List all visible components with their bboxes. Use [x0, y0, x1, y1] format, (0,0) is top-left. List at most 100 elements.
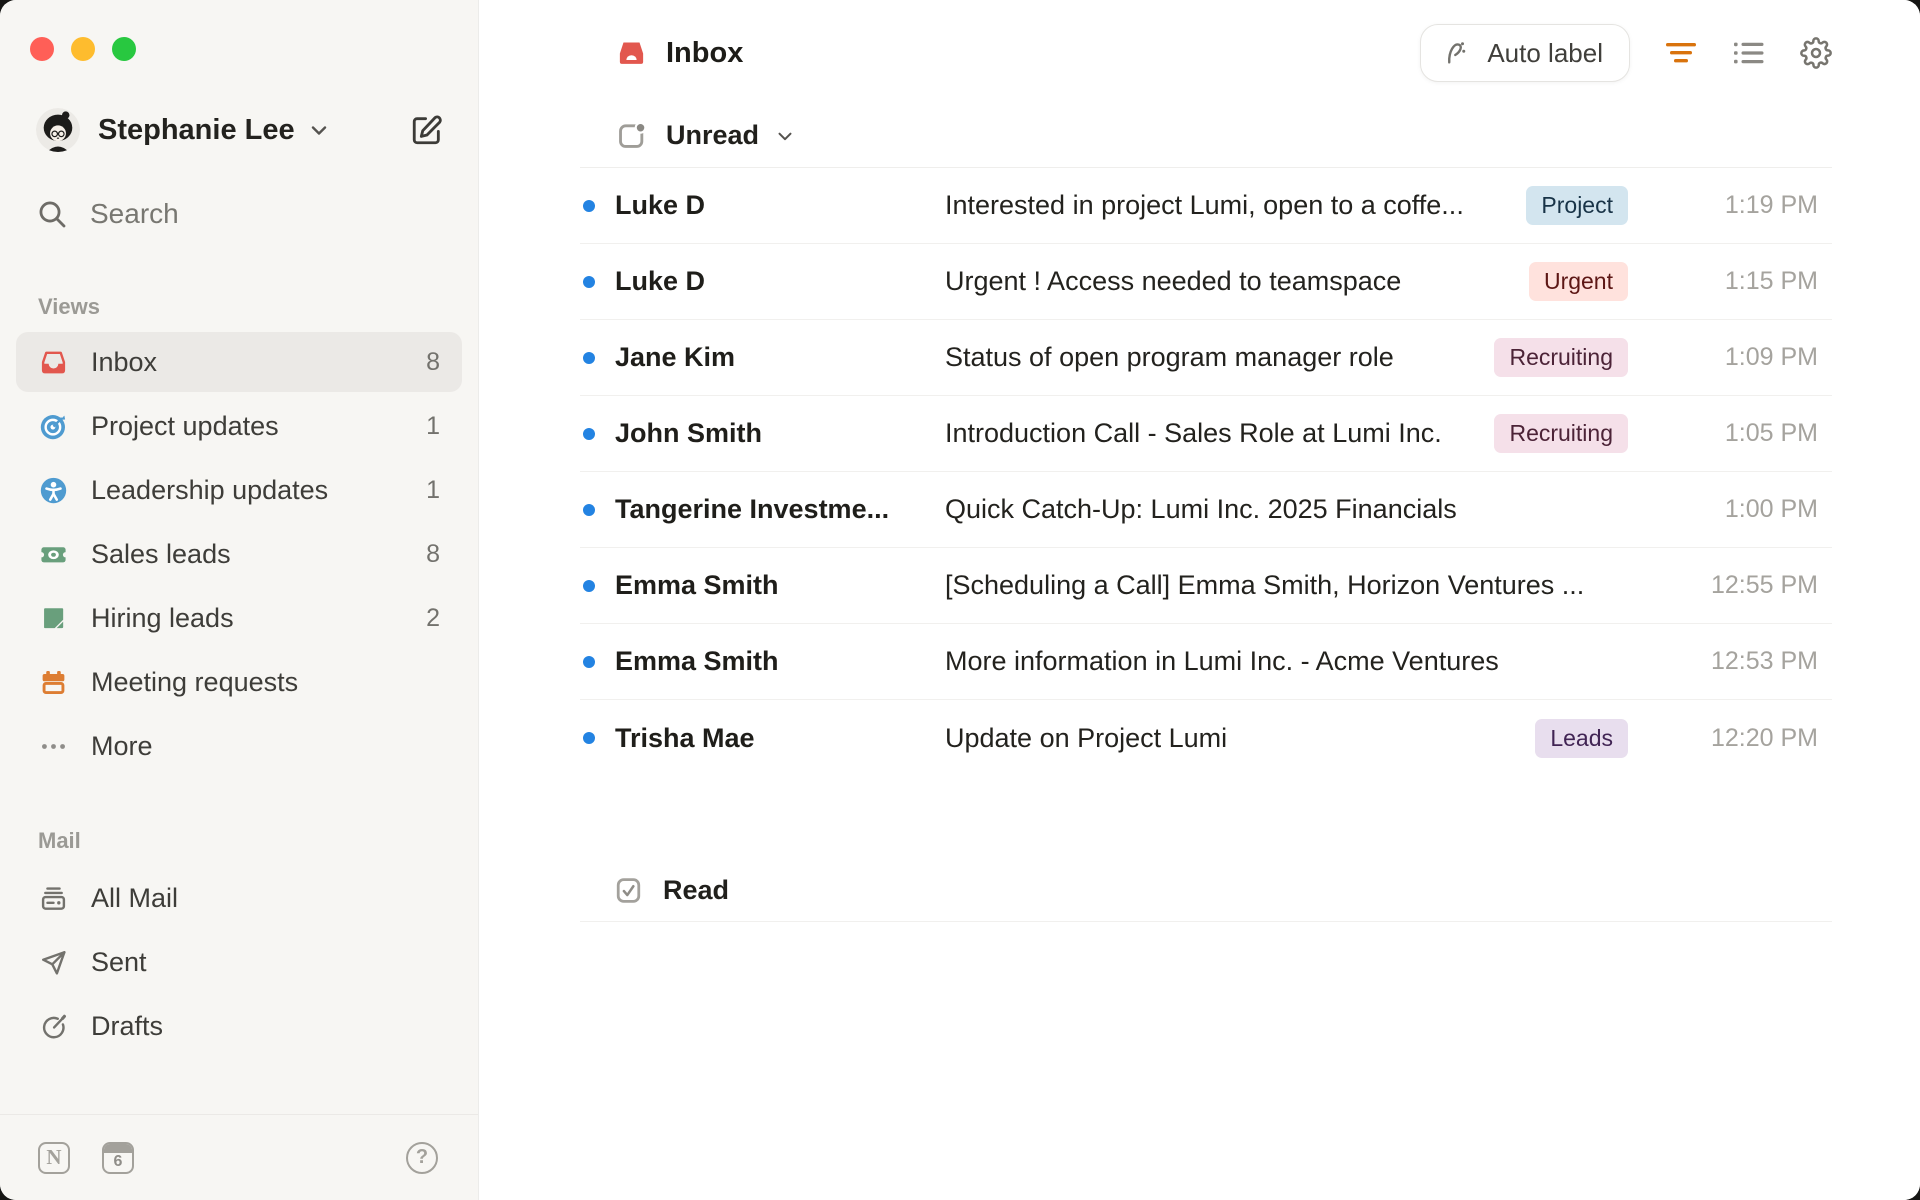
mail-time: 12:53 PM [1710, 647, 1818, 675]
calendar-app-icon[interactable]: 6 [102, 1141, 134, 1174]
filter-icon[interactable] [1664, 40, 1698, 66]
mail-sender: Luke D [615, 190, 706, 220]
sidebar-item-all-mail[interactable]: All Mail [16, 866, 462, 930]
mail-subject: Quick Catch-Up: Lumi Inc. 2025 Financial… [945, 494, 1457, 524]
label-badge[interactable]: Project [1526, 186, 1628, 225]
sidebar-item-label: Meeting requests [91, 666, 299, 697]
sidebar-item-label: Drafts [91, 1010, 164, 1041]
auto-label-button[interactable]: Auto label [1420, 24, 1630, 82]
accessibility-icon [38, 475, 68, 505]
unread-icon [616, 120, 647, 151]
sidebar-item-label: Inbox [91, 346, 158, 377]
sidebar-item-label: Leadership updates [91, 474, 329, 505]
all-mail-icon [38, 883, 68, 913]
mail-sender: Emma Smith [615, 570, 779, 600]
mail-row[interactable]: Emma Smith More information in Lumi Inc.… [580, 624, 1832, 700]
unread-dot [583, 579, 595, 592]
sidebar-item-leadership-updates[interactable]: Leadership updates 1 [16, 458, 462, 522]
search-button[interactable]: Search [36, 198, 478, 230]
note-icon [38, 603, 68, 633]
help-icon[interactable]: ? [406, 1141, 438, 1174]
mail-time: 1:09 PM [1724, 343, 1818, 371]
mail-subject: More information in Lumi Inc. - Acme Ven… [945, 646, 1499, 676]
mail-sender: Tangerine Investme... [615, 494, 890, 524]
settings-icon[interactable] [1800, 37, 1832, 69]
mail-subject: Update on Project Lumi [945, 722, 1228, 753]
label-badge[interactable]: Recruiting [1494, 338, 1628, 377]
views-list: Inbox 8 Project updates 1 Leadership upd… [16, 332, 462, 778]
close-window-button[interactable] [30, 37, 54, 61]
mail-list: Luke D Interested in project Lumi, open … [580, 168, 1832, 776]
mail-row[interactable]: John Smith Introduction Call - Sales Rol… [580, 396, 1832, 472]
window-controls [0, 0, 478, 61]
calendar-app-icon-date: 6 [113, 1153, 123, 1170]
sidebar-item-meeting-requests[interactable]: Meeting requests [16, 650, 462, 714]
send-icon [38, 947, 68, 977]
mail-sender: Luke D [615, 266, 706, 296]
mail-time: 1:00 PM [1724, 495, 1818, 523]
views-section-title: Views [38, 294, 100, 319]
mail-subject: Interested in project Lumi, open to a co… [945, 190, 1464, 220]
drafts-icon [38, 1011, 68, 1041]
calendar-icon [38, 667, 68, 697]
zoom-window-button[interactable] [112, 37, 136, 61]
label-badge[interactable]: Leads [1535, 718, 1628, 758]
mail-row[interactable]: Jane Kim Status of open program manager … [580, 320, 1832, 396]
sidebar-footer: N 6 ? [0, 1114, 478, 1200]
mail-row[interactable]: Tangerine Investme... Quick Catch-Up: Lu… [580, 472, 1832, 548]
compose-icon[interactable] [410, 113, 444, 147]
chevron-down-icon [774, 125, 796, 147]
unread-dot [583, 503, 595, 516]
search-icon [36, 198, 68, 230]
sidebar-item-hiring-leads[interactable]: Hiring leads 2 [16, 586, 462, 650]
sidebar-item-sales-leads[interactable]: Sales leads 8 [16, 522, 462, 586]
mail-row[interactable]: Trisha Mae Update on Project Lumi Leads … [580, 700, 1832, 776]
mail-section-title: Mail [38, 828, 81, 853]
sidebar-item-more[interactable]: More [16, 714, 462, 778]
read-section-label: Read [663, 875, 730, 905]
page-title: Inbox [666, 36, 744, 69]
label-badge[interactable]: Recruiting [1494, 414, 1628, 453]
unread-count: 2 [426, 603, 440, 632]
sidebar-item-drafts[interactable]: Drafts [16, 994, 462, 1058]
inbox-icon [38, 347, 68, 377]
avatar [36, 108, 80, 152]
unread-filter-label: Unread [666, 120, 760, 150]
mail-time: 12:55 PM [1710, 571, 1818, 599]
mail-time: 1:19 PM [1724, 191, 1818, 219]
auto-label-button-label: Auto label [1487, 37, 1603, 68]
inbox-icon [616, 38, 647, 69]
calendar-app-icon-band [104, 1143, 132, 1153]
minimize-window-button[interactable] [71, 37, 95, 61]
label-badge[interactable]: Urgent [1528, 262, 1628, 301]
unread-dot [583, 351, 595, 364]
sidebar-item-inbox[interactable]: Inbox 8 [16, 332, 462, 392]
mail-subject: Status of open program manager role [945, 342, 1394, 372]
mail-row[interactable]: Luke D Interested in project Lumi, open … [580, 168, 1832, 244]
mail-row[interactable]: Luke D Urgent ! Access needed to teamspa… [580, 244, 1832, 320]
user-name: Stephanie Lee [98, 113, 295, 146]
sidebar-item-label: Project updates [91, 410, 279, 441]
mail-time: 1:05 PM [1724, 419, 1818, 447]
list-icon[interactable] [1732, 40, 1766, 66]
inbox-header: Inbox Auto label [580, 24, 1832, 82]
app-window: Stephanie Lee Search Views Inbox 8 Proje… [0, 0, 1920, 1200]
banknote-icon [38, 539, 68, 569]
sidebar-item-project-updates[interactable]: Project updates 1 [16, 394, 462, 458]
sidebar-item-label: Hiring leads [91, 602, 234, 633]
mail-subject: Urgent ! Access needed to teamspace [945, 266, 1402, 296]
main-panel: Inbox Auto label Unread Luke D Intereste… [479, 0, 1920, 1200]
unread-filter-dropdown[interactable]: Unread [580, 104, 1832, 168]
checkbox-checked-icon [614, 876, 643, 905]
mail-time: 12:20 PM [1710, 723, 1818, 752]
mail-row[interactable]: Emma Smith [Scheduling a Call] Emma Smit… [580, 548, 1832, 624]
unread-count: 1 [426, 475, 440, 504]
ellipsis-icon [38, 731, 68, 761]
read-section-header[interactable]: Read [580, 860, 1832, 922]
unread-dot [583, 427, 595, 440]
account-switcher[interactable]: Stephanie Lee [36, 108, 444, 152]
notion-app-icon[interactable]: N [38, 1141, 70, 1174]
sidebar-item-label: Sent [91, 946, 147, 977]
sidebar-item-sent[interactable]: Sent [16, 930, 462, 994]
mail-subject: Introduction Call - Sales Role at Lumi I… [945, 418, 1442, 448]
